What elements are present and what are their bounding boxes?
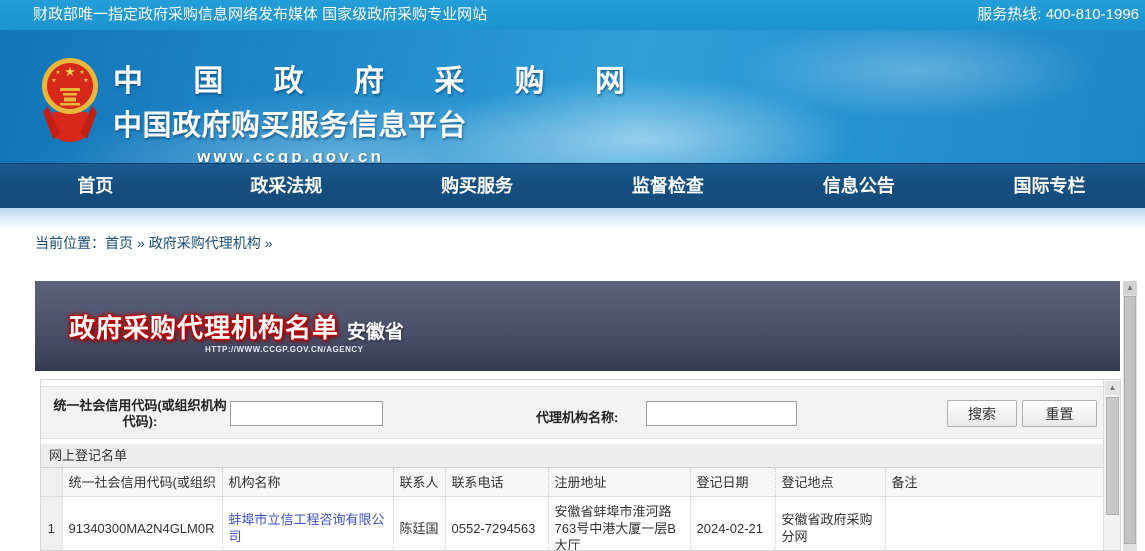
site-slogan: 财政部唯一指定政府采购信息网络发布媒体 国家级政府采购专业网站 — [33, 0, 487, 30]
agency-name-label: 代理机构名称: — [536, 407, 618, 426]
nav-item-announcements[interactable]: 信息公告 — [763, 164, 954, 208]
breadcrumb-home-link[interactable]: 首页 — [105, 235, 133, 251]
table-header-row: 统一社会信用代码(或组织 机构名称 联系人 联系电话 注册地址 登记日期 登记地… — [41, 468, 1103, 496]
site-subtitle: 中国政府购买服务信息平台 — [113, 102, 646, 144]
masthead: ★ ★ ★ ★ ★ 中 国 政 府 采 购 网 中国政府购买服务信息平台 www… — [0, 30, 1145, 163]
nav-fade-divider — [0, 208, 1145, 231]
col-header-location: 登记地点 — [775, 468, 885, 496]
agency-name-link[interactable]: 蚌埠市立信工程咨询有限公司 — [229, 512, 385, 544]
nav-item-purchase-services[interactable]: 购买服务 — [382, 164, 573, 208]
svg-text:★: ★ — [51, 77, 56, 84]
scroll-up-icon[interactable]: ▲ — [1123, 281, 1137, 295]
breadcrumb: 当前位置：首页»政府采购代理机构» — [35, 233, 277, 253]
cell-index: 1 — [41, 496, 62, 551]
cell-remark — [885, 496, 1103, 551]
national-emblem-icon: ★ ★ ★ ★ ★ — [40, 42, 100, 152]
agency-table: 统一社会信用代码(或组织 机构名称 联系人 联系电话 注册地址 登记日期 登记地… — [41, 468, 1103, 551]
cell-contact: 陈廷国 — [393, 496, 445, 551]
col-header-code: 统一社会信用代码(或组织 — [62, 468, 222, 496]
inner-scrollbar[interactable]: ▲ — [1103, 380, 1120, 550]
list-section-title: 网上登记名单 — [41, 444, 1103, 468]
nav-item-home[interactable]: 首页 — [0, 164, 191, 208]
site-url: www.ccgp.gov.cn — [113, 147, 468, 163]
cell-date: 2024-02-21 — [690, 496, 775, 551]
banner-province: 安徽省 — [347, 317, 404, 344]
credit-code-label: 统一社会信用代码(或组织机构代码): — [47, 398, 233, 430]
search-button[interactable]: 搜索 — [947, 400, 1017, 427]
agency-list-frame: 统一社会信用代码(或组织机构代码): 代理机构名称: 搜索 重置 网上登记名单 … — [40, 379, 1121, 551]
col-header-index — [41, 468, 62, 496]
primary-nav: 首页 政采法规 购买服务 监督检查 信息公告 国际专栏 — [0, 163, 1145, 208]
inner-scrollbar-thumb[interactable] — [1106, 397, 1119, 515]
col-header-phone: 联系电话 — [445, 468, 548, 496]
svg-text:★: ★ — [55, 69, 60, 76]
svg-text:★: ★ — [79, 69, 84, 76]
search-form: 统一社会信用代码(或组织机构代码): 代理机构名称: 搜索 重置 — [41, 386, 1103, 439]
breadcrumb-separator: » — [133, 235, 149, 251]
svg-text:★: ★ — [64, 64, 76, 79]
col-header-date: 登记日期 — [690, 468, 775, 496]
cell-address: 安徽省蚌埠市淮河路763号中港大厦一层B大厅 — [548, 496, 690, 551]
content-panel: 政府采购代理机构名单 安徽省 HTTP://WWW.CCGP.GOV.CN/AG… — [35, 281, 1145, 551]
service-hotline: 服务热线: 400-810-1996 — [977, 0, 1139, 30]
agency-name-input[interactable] — [646, 401, 797, 426]
breadcrumb-section-link[interactable]: 政府采购代理机构 — [149, 235, 261, 251]
cell-credit-code: 91340300MA2N4GLM0R — [62, 496, 222, 551]
breadcrumb-prefix: 当前位置： — [35, 235, 105, 251]
table-row: 1 91340300MA2N4GLM0R 蚌埠市立信工程咨询有限公司 陈廷国 0… — [41, 496, 1103, 551]
banner-title: 政府采购代理机构名单 — [69, 308, 339, 345]
masthead-titles: 中 国 政 府 采 购 网 中国政府购买服务信息平台 www.ccgp.gov.… — [113, 56, 646, 163]
nav-item-international[interactable]: 国际专栏 — [954, 164, 1145, 208]
banner-url: HTTP://WWW.CCGP.GOV.CN/AGENCY — [205, 345, 339, 354]
nav-item-supervision[interactable]: 监督检查 — [572, 164, 763, 208]
reset-button[interactable]: 重置 — [1022, 400, 1097, 427]
top-utility-bar: 财政部唯一指定政府采购信息网络发布媒体 国家级政府采购专业网站 服务热线: 40… — [0, 0, 1145, 30]
outer-scrollbar-thumb[interactable] — [1124, 296, 1136, 544]
cell-phone: 0552-7294563 — [445, 496, 548, 551]
agency-list-banner: 政府采购代理机构名单 安徽省 HTTP://WWW.CCGP.GOV.CN/AG… — [35, 281, 1120, 371]
credit-code-input[interactable] — [230, 401, 383, 426]
svg-text:★: ★ — [83, 77, 88, 84]
breadcrumb-separator-2: » — [261, 235, 277, 251]
col-header-remark: 备注 — [885, 468, 1103, 496]
scroll-up-icon[interactable]: ▲ — [1105, 381, 1120, 395]
col-header-name: 机构名称 — [222, 468, 393, 496]
nav-item-regulations[interactable]: 政采法规 — [191, 164, 382, 208]
cell-agency-name: 蚌埠市立信工程咨询有限公司 — [222, 496, 393, 551]
col-header-address: 注册地址 — [548, 468, 690, 496]
col-header-contact: 联系人 — [393, 468, 445, 496]
page: 财政部唯一指定政府采购信息网络发布媒体 国家级政府采购专业网站 服务热线: 40… — [0, 0, 1145, 551]
outer-scrollbar[interactable]: ▲ — [1123, 281, 1137, 551]
cell-location: 安徽省政府采购分网 — [775, 496, 885, 551]
site-title: 中 国 政 府 采 购 网 — [113, 56, 646, 100]
